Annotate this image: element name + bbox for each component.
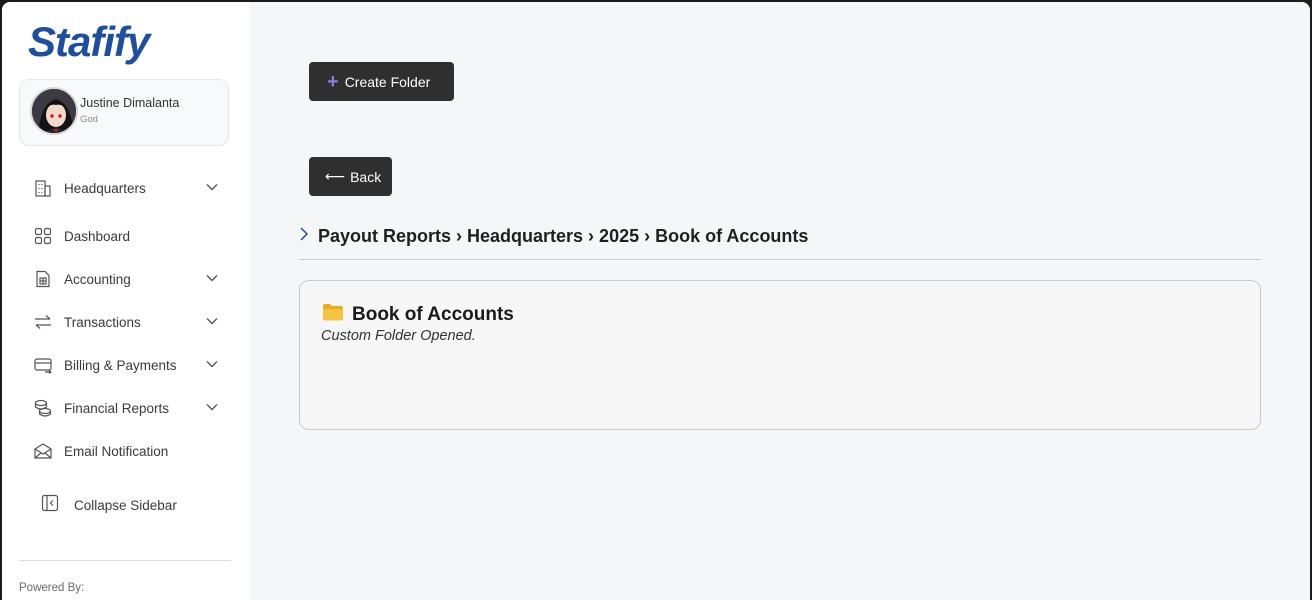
sidebar-item-label: Email Notification	[64, 443, 169, 459]
sidebar-item-label: Dashboard	[64, 228, 131, 244]
create-folder-label: Create Folder	[344, 73, 431, 90]
sidebar-item-dashboard[interactable]: Dashboard	[19, 221, 231, 251]
coins-icon	[31, 396, 55, 420]
sidebar-item-label: Transactions	[64, 314, 141, 330]
content-divider	[299, 259, 1261, 260]
breadcrumb: Payout Reports › Headquarters › 2025 › B…	[298, 226, 808, 247]
plus-icon: +	[327, 70, 339, 93]
profile-role: God	[80, 114, 98, 125]
sidebar-item-headquarters[interactable]: Headquarters	[19, 173, 231, 203]
back-button[interactable]: ⟵ Back	[309, 157, 392, 196]
chevron-down-icon[interactable]	[205, 314, 219, 333]
breadcrumb-path[interactable]: Payout Reports › Headquarters › 2025 › B…	[318, 226, 808, 247]
sidebar-divider	[19, 560, 231, 561]
collapse-sidebar-label: Collapse Sidebar	[74, 497, 177, 513]
folder-title: Book of Accounts	[352, 303, 514, 325]
sidebar-item-label: Financial Reports	[64, 400, 170, 416]
powered-by-label: Powered By:	[19, 582, 85, 594]
grid-icon	[31, 224, 55, 248]
collapse-sidebar-icon	[40, 493, 60, 518]
profile-name: Justine Dimalanta	[80, 96, 180, 110]
chevron-down-icon[interactable]	[205, 180, 219, 199]
swap-arrows-icon	[31, 310, 55, 334]
app-window: Stafify Justine Dimalanta God Headquarte…	[2, 2, 1310, 600]
folder-icon	[322, 303, 344, 326]
building-icon	[31, 176, 55, 200]
card-icon	[31, 353, 55, 377]
back-label: Back	[350, 168, 382, 185]
avatar	[30, 87, 78, 135]
folder-heading: Book of Accounts	[322, 303, 514, 326]
chevron-down-icon[interactable]	[205, 271, 219, 290]
sidebar-item-label: Billing & Payments	[64, 357, 177, 373]
chevron-down-icon[interactable]	[205, 400, 219, 419]
folder-card: Book of Accounts Custom Folder Opened.	[299, 280, 1261, 430]
sidebar-item-label: Headquarters	[64, 180, 146, 196]
chevron-down-icon[interactable]	[205, 357, 219, 376]
sidebar-item-financial-reports[interactable]: Financial Reports	[19, 393, 231, 423]
sidebar-item-email-notification[interactable]: Email Notification	[19, 436, 231, 466]
sidebar-item-billing-payments[interactable]: Billing & Payments	[19, 350, 231, 380]
app-logo: Stafify	[28, 18, 150, 65]
calculator-icon	[31, 267, 55, 291]
chevron-right-icon	[298, 226, 310, 247]
sidebar-item-label: Accounting	[64, 271, 131, 287]
sidebar-item-accounting[interactable]: Accounting	[19, 264, 231, 294]
sidebar: Stafify Justine Dimalanta God Headquarte…	[2, 2, 249, 600]
envelope-icon	[31, 439, 55, 463]
sidebar-item-transactions[interactable]: Transactions	[19, 307, 231, 337]
arrow-left-icon: ⟵	[325, 168, 346, 184]
user-profile-card[interactable]: Justine Dimalanta God	[19, 79, 229, 146]
collapse-sidebar-button[interactable]: Collapse Sidebar	[40, 492, 177, 518]
create-folder-button[interactable]: + Create Folder	[309, 62, 454, 101]
folder-status: Custom Folder Opened.	[321, 328, 476, 344]
